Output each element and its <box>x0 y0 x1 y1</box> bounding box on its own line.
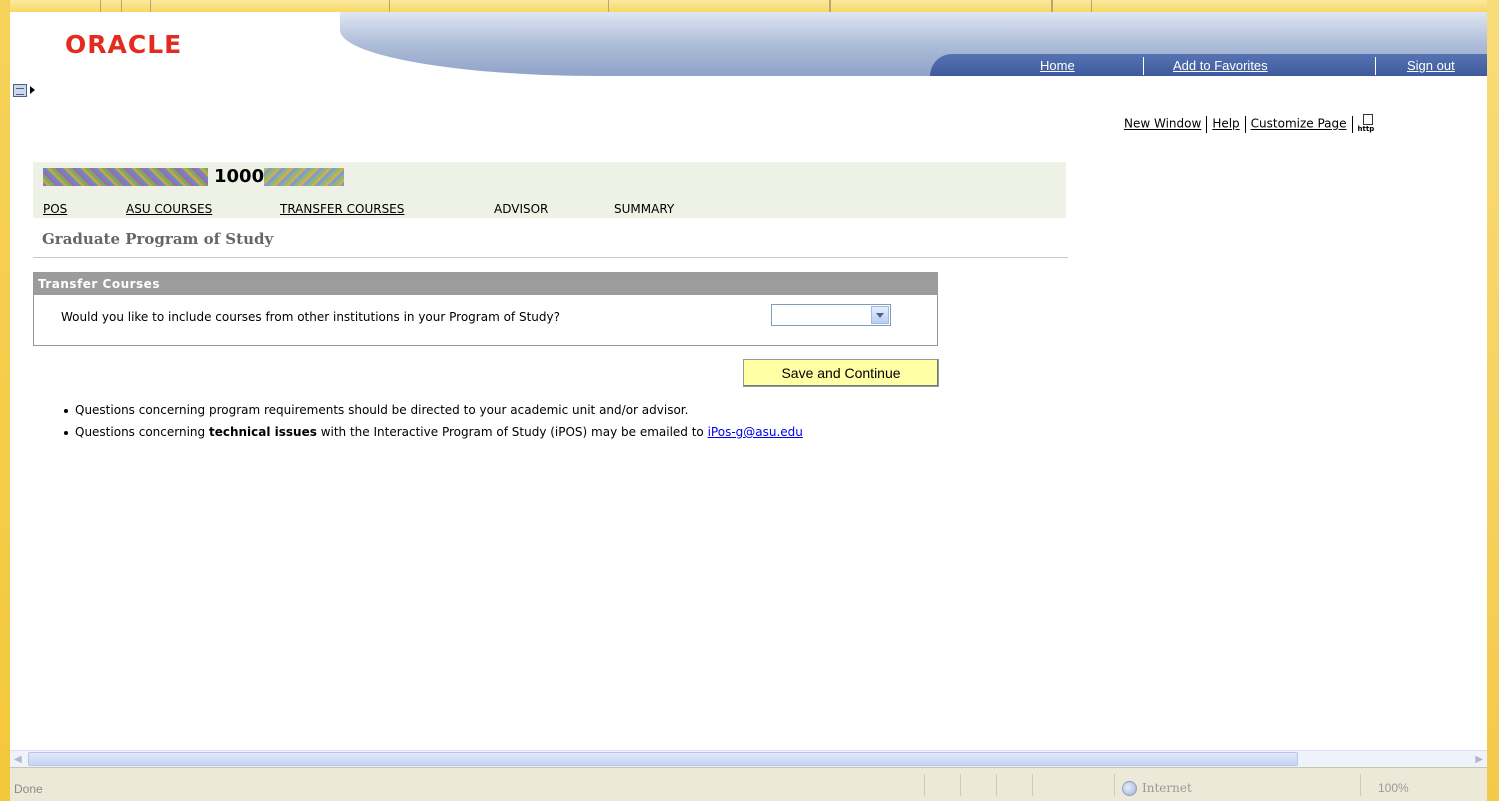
redacted-id <box>264 168 345 186</box>
toolbar-segment <box>830 0 1052 12</box>
sign-out-link[interactable]: Sign out <box>1407 58 1455 73</box>
header-separator <box>1375 57 1376 75</box>
browser-toolbar-remnant <box>10 0 1487 12</box>
zoom-level[interactable]: 100% <box>1378 781 1409 795</box>
student-info-band: 1000 POS ASU COURSES TRANSFER COURSES AD… <box>33 162 1066 218</box>
link-separator <box>1244 115 1246 133</box>
help-notes: Questions concerning program requirement… <box>64 403 803 447</box>
toolbar-segment <box>100 0 122 12</box>
tab-advisor[interactable]: ADVISOR <box>494 202 548 216</box>
link-separator <box>1351 115 1353 133</box>
oracle-logo: ORACLE <box>65 30 183 59</box>
toolbar-segment <box>608 0 830 12</box>
globe-icon <box>1122 781 1137 796</box>
chevron-down-icon[interactable] <box>871 306 889 324</box>
header-links: Home Add to Favorites Sign out <box>10 57 1487 75</box>
status-text: Done <box>14 782 43 796</box>
menu-expand-arrow-icon[interactable] <box>30 86 35 94</box>
note-text: with the Interactive Program of Study (i… <box>316 425 708 439</box>
note-item: Questions concerning technical issues wi… <box>64 425 803 439</box>
support-email-link[interactable]: iPos-g@asu.edu <box>708 425 803 439</box>
redacted-name <box>43 168 208 186</box>
help-link[interactable]: Help <box>1212 117 1239 131</box>
transfer-courses-header: Transfer Courses <box>34 273 937 295</box>
transfer-courses-panel: Transfer Courses Would you like to inclu… <box>33 272 938 346</box>
save-and-continue-button[interactable]: Save and Continue <box>743 359 939 387</box>
tab-asu-courses[interactable]: ASU COURSES <box>126 202 212 216</box>
new-window-link[interactable]: New Window <box>1124 117 1201 131</box>
status-divider <box>924 774 925 796</box>
link-separator <box>1206 115 1208 133</box>
tab-summary[interactable]: SUMMARY <box>614 202 674 216</box>
student-id: 1000 <box>214 166 265 187</box>
student-name-id: 1000 <box>43 166 363 188</box>
transfer-question-label: Would you like to include courses from o… <box>61 310 560 324</box>
note-item: Questions concerning program requirement… <box>64 403 803 417</box>
http-page-icon[interactable]: http <box>1358 114 1378 134</box>
status-divider <box>1114 774 1115 796</box>
status-divider <box>960 774 961 796</box>
scroll-left-icon[interactable]: ◀ <box>14 754 22 765</box>
page-title: Graduate Program of Study <box>42 230 274 248</box>
scrollbar-thumb[interactable] <box>28 752 1298 766</box>
status-divider <box>1360 774 1361 796</box>
portal-header: ORACLE Home Add to Favorites Sign out <box>10 12 1487 76</box>
frame-left <box>0 0 10 801</box>
header-separator <box>1143 57 1144 75</box>
horizontal-scrollbar[interactable]: ◀ ▶ <box>10 750 1487 767</box>
status-divider <box>996 774 997 796</box>
customize-page-link[interactable]: Customize Page <box>1251 117 1347 131</box>
tab-transfer-courses[interactable]: TRANSFER COURSES <box>280 202 404 216</box>
security-zone: Internet <box>1142 781 1192 795</box>
note-emphasis: technical issues <box>208 425 317 439</box>
toolbar-segment <box>150 0 390 12</box>
toolbar-segment <box>1052 0 1092 12</box>
frame-right <box>1487 0 1499 801</box>
home-link[interactable]: Home <box>1040 58 1075 73</box>
menu-toggle-icon[interactable] <box>13 84 27 97</box>
title-divider <box>33 257 1068 258</box>
transfer-courses-select[interactable] <box>771 304 891 326</box>
add-to-favorites-link[interactable]: Add to Favorites <box>1173 58 1268 73</box>
scroll-right-icon[interactable]: ▶ <box>1475 754 1483 765</box>
status-divider <box>1032 774 1033 796</box>
page-links: New Window Help Customize Page http <box>1124 114 1378 134</box>
note-text: Questions concerning <box>75 425 209 439</box>
browser-status-bar: Done Internet 100% <box>10 767 1487 801</box>
tab-pos[interactable]: POS <box>43 202 67 216</box>
note-text: Questions concerning program requirement… <box>75 403 689 417</box>
